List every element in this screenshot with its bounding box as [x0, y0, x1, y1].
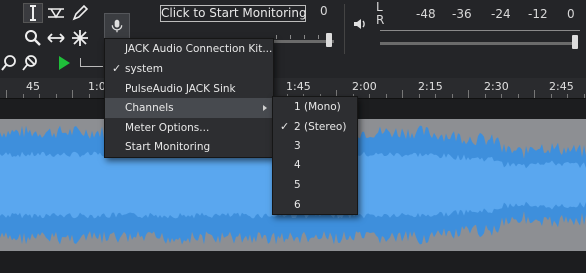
toolbar: Click to Start Monitoring 0 L R -48 -36 … — [0, 0, 586, 78]
check-icon: ✓ — [112, 62, 122, 75]
channel-item-5[interactable]: 5 — [273, 175, 357, 195]
ruler-tick — [419, 94, 420, 98]
play-scale-0: 0 — [567, 7, 575, 21]
ruler-tick — [551, 94, 552, 98]
zoom-out-icon[interactable] — [21, 53, 41, 73]
meter-dropdown-menu: JACK Audio Connection Kit... ✓ system Pu… — [104, 38, 274, 158]
record-slider-handle[interactable] — [326, 33, 332, 47]
play-scale-24: -24 — [491, 7, 511, 21]
zoom-in-icon[interactable] — [0, 53, 20, 73]
play-scale-48: -48 — [416, 7, 436, 21]
menu-item-label: 1 (Mono) — [294, 101, 341, 113]
menu-item-label: 6 — [294, 199, 301, 211]
envelope-tool-icon[interactable] — [46, 3, 66, 23]
ruler-tick — [402, 90, 403, 98]
toolbar-separator — [344, 4, 345, 54]
channel-item-3[interactable]: 3 — [273, 136, 357, 156]
menu-item-label: 3 — [294, 140, 301, 152]
play-meter-bar — [380, 30, 580, 31]
ruler-label: 1:45 — [286, 80, 311, 93]
check-icon: ✓ — [280, 120, 290, 133]
ruler-tick — [534, 90, 535, 98]
playback-slider-track — [380, 42, 578, 45]
menu-item-label: 4 — [294, 159, 301, 171]
record-meter-zero: 0 — [320, 4, 328, 18]
play-icon[interactable] — [54, 53, 74, 73]
record-volume-slider[interactable] — [268, 24, 338, 48]
menu-item-system[interactable]: ✓ system — [105, 59, 273, 79]
ruler-label: 2:45 — [549, 80, 574, 93]
speaker-icon — [352, 16, 368, 36]
menu-item-label: 5 — [294, 179, 301, 191]
play-meter-left-label: L — [376, 0, 383, 14]
ruler-tick — [567, 94, 568, 98]
ruler-tick — [89, 94, 90, 98]
menu-item-label: 2 (Stereo) — [294, 121, 347, 133]
menu-item-start-monitoring[interactable]: Start Monitoring — [105, 137, 273, 157]
menu-item-label: system — [125, 63, 163, 75]
ruler-tick — [6, 90, 7, 98]
ruler-tick — [23, 94, 24, 98]
slider-tick — [304, 35, 305, 39]
ruler-label: 2:00 — [352, 80, 377, 93]
microphone-icon — [111, 19, 123, 33]
play-scale-36: -36 — [452, 7, 472, 21]
ruler-tick — [435, 94, 436, 98]
ruler-tick — [39, 94, 40, 98]
ruler-tick — [452, 94, 453, 98]
playback-slider-handle[interactable] — [572, 35, 578, 49]
menu-item-label: JACK Audio Connection Kit... — [125, 43, 273, 55]
ruler-tick — [56, 94, 57, 98]
slider-tick — [290, 35, 291, 39]
selection-tool-icon[interactable] — [23, 3, 43, 23]
ruler-tick — [485, 94, 486, 98]
playback-volume-slider[interactable] — [380, 32, 580, 56]
ruler-tick — [72, 90, 73, 98]
ruler-label: 2:15 — [418, 80, 443, 93]
menu-item-jack[interactable]: JACK Audio Connection Kit... — [105, 39, 273, 59]
ruler-label: 45 — [26, 80, 40, 93]
time-shift-tool-icon[interactable] — [46, 28, 66, 48]
monitor-label[interactable]: Click to Start Monitoring — [160, 5, 307, 22]
menu-item-label: Meter Options... — [125, 122, 210, 134]
record-slider-track — [268, 40, 334, 43]
ruler-tick — [584, 94, 585, 98]
ruler-tick — [518, 94, 519, 98]
channel-item-stereo[interactable]: ✓ 2 (Stereo) — [273, 117, 357, 137]
channels-submenu: 1 (Mono) ✓ 2 (Stereo) 3 4 5 6 — [272, 96, 358, 215]
channel-item-mono[interactable]: 1 (Mono) — [273, 97, 357, 117]
channel-item-4[interactable]: 4 — [273, 155, 357, 175]
menu-item-meter-options[interactable]: Meter Options... — [105, 118, 273, 138]
play-meter-scale-icon — [80, 58, 103, 67]
draw-tool-icon[interactable] — [70, 3, 90, 23]
menu-item-label: Channels — [125, 102, 174, 114]
ruler-tick — [369, 94, 370, 98]
ruler-tick — [468, 90, 469, 98]
ruler-tick — [501, 94, 502, 98]
multi-tool-icon[interactable] — [70, 28, 90, 48]
menu-item-label: Start Monitoring — [125, 141, 211, 153]
ruler-tick — [386, 94, 387, 98]
play-scale-12: -12 — [528, 7, 548, 21]
play-meter-right-label: R — [376, 13, 385, 27]
slider-tick — [318, 35, 319, 39]
ruler-label: 2:30 — [484, 80, 509, 93]
menu-item-label: PulseAudio JACK Sink — [125, 83, 236, 95]
channel-item-6[interactable]: 6 — [273, 195, 357, 215]
record-meter-button[interactable] — [104, 13, 130, 39]
zoom-tool-icon[interactable] — [23, 28, 43, 48]
submenu-arrow-icon — [263, 105, 267, 111]
track-bottom-area — [0, 251, 586, 273]
slider-tick — [276, 35, 277, 39]
menu-item-channels[interactable]: Channels — [105, 98, 273, 118]
menu-item-pulseaudio[interactable]: PulseAudio JACK Sink — [105, 79, 273, 99]
